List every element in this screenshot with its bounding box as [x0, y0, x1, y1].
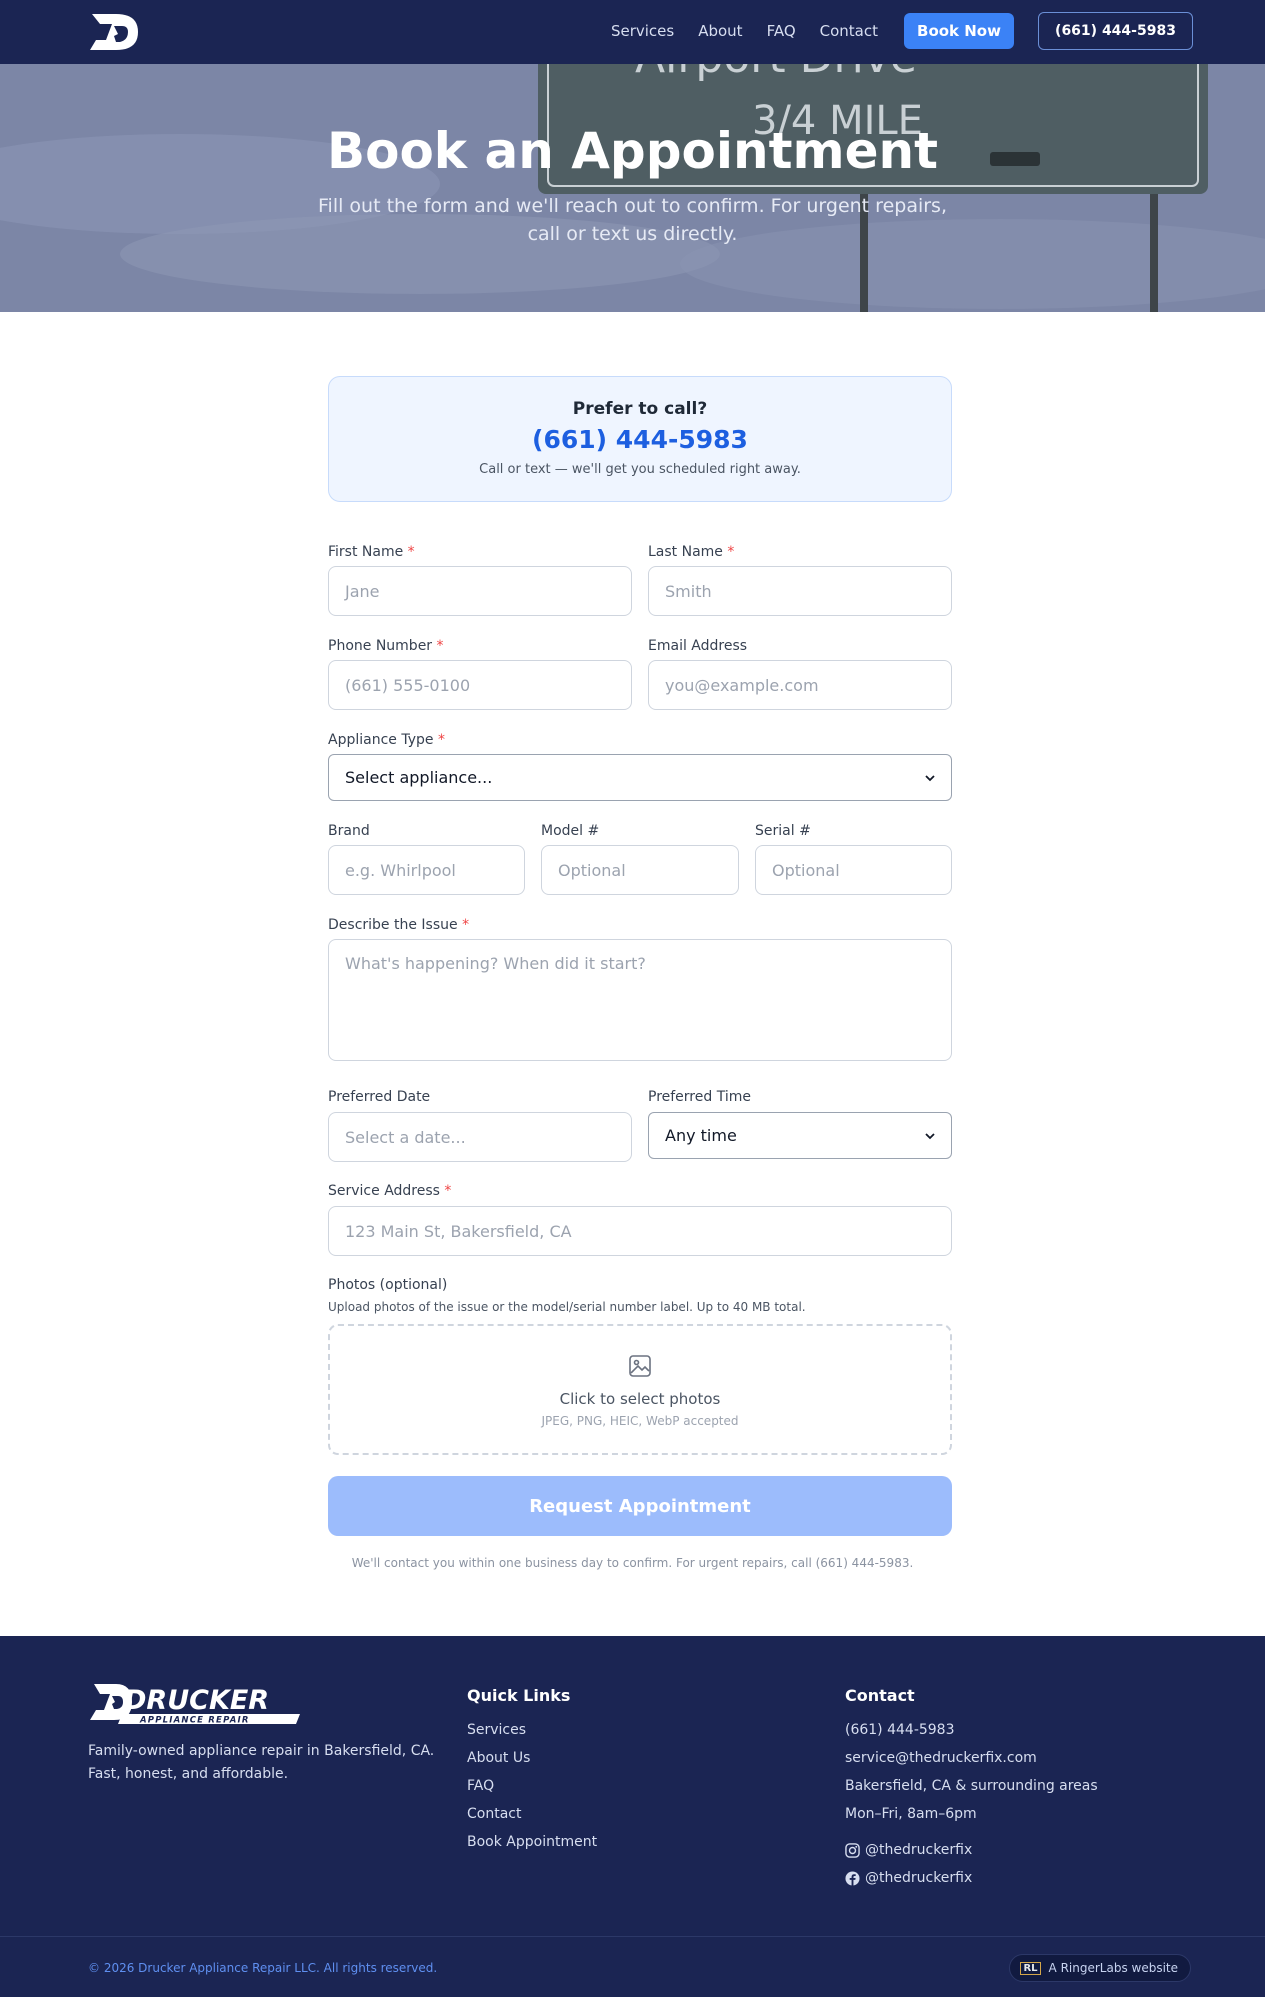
call-callout-title: Prefer to call? [572, 399, 708, 419]
serial-label: Serial # [755, 823, 811, 839]
appliance-type-select[interactable]: Select appliance... [328, 754, 952, 801]
request-appointment-button[interactable]: Request Appointment [328, 1476, 952, 1536]
preferred-time-label: Preferred Time [648, 1089, 751, 1105]
footer-link-contact[interactable]: Contact [467, 1806, 521, 1822]
chevron-down-icon [925, 1132, 935, 1139]
top-nav: Services About FAQ Contact Book Now (661… [0, 0, 1265, 64]
footer-logo-subtext: APPLIANCE REPAIR [139, 1716, 250, 1726]
appliance-type-label: Appliance Type * [328, 732, 445, 748]
drucker-logo-icon[interactable] [86, 10, 142, 54]
photo-upload-dropzone[interactable]: Click to select photos JPEG, PNG, HEIC, … [328, 1324, 952, 1455]
preferred-time-value: Any time [665, 1126, 737, 1145]
call-callout: Prefer to call? (661) 444-5983 Call or t… [328, 376, 952, 502]
footer-divider [0, 1936, 1265, 1937]
book-now-button[interactable]: Book Now [904, 13, 1014, 49]
footer-hours: Mon–Fri, 8am–6pm [845, 1806, 977, 1822]
preferred-time-select[interactable]: Any time [648, 1112, 952, 1159]
footer-description: Family-owned appliance repair in Bakersf… [88, 1743, 435, 1782]
hero-background-image: Airport Drive 3/4 MILE [0, 64, 1265, 312]
photos-label: Photos (optional) [328, 1277, 448, 1293]
email-input[interactable]: you@example.com [648, 660, 952, 710]
upload-icon-wrap [330, 1354, 950, 1382]
footer-phone-link[interactable]: (661) 444-5983 [845, 1722, 955, 1738]
page-subtitle: Fill out the form and we'll reach out to… [318, 195, 947, 245]
first-name-input[interactable]: Jane [328, 566, 632, 616]
nav-link-contact[interactable]: Contact [820, 22, 878, 40]
chevron-down-icon [925, 774, 935, 781]
model-label: Model # [541, 823, 600, 839]
footer-link-faq[interactable]: FAQ [467, 1778, 494, 1794]
ringerlabs-logo-icon: RL [1020, 1961, 1041, 1975]
serial-input[interactable]: Optional [755, 845, 952, 895]
brand-label: Brand [328, 823, 370, 839]
service-address-input[interactable]: 123 Main St, Bakersfield, CA [328, 1206, 952, 1256]
service-address-label: Service Address * [328, 1183, 452, 1199]
instagram-link[interactable]: @thedruckerfix [845, 1842, 972, 1858]
footer-link-services[interactable]: Services [467, 1722, 526, 1738]
nav-link-faq[interactable]: FAQ [767, 22, 796, 40]
facebook-handle: @thedruckerfix [865, 1870, 973, 1886]
footer-service-area: Bakersfield, CA & surrounding areas [845, 1778, 1098, 1794]
brand-input[interactable]: e.g. Whirlpool [328, 845, 525, 895]
site-footer: DRUCKER APPLIANCE REPAIR Family-owned ap… [0, 1636, 1265, 1997]
photos-helper-text: Upload photos of the issue or the model/… [328, 1300, 806, 1314]
issue-textarea[interactable]: What's happening? When did it start? [328, 939, 952, 1061]
nav-phone-button[interactable]: (661) 444-5983 [1038, 12, 1193, 50]
hero-sign-line1: Airport Drive [635, 64, 917, 83]
ringerlabs-badge-link[interactable]: RL A RingerLabs website [1009, 1954, 1191, 1982]
footer-link-book-appointment[interactable]: Book Appointment [467, 1834, 597, 1850]
upload-accepted-types: JPEG, PNG, HEIC, WebP accepted [541, 1414, 739, 1428]
first-name-label: First Name * [328, 544, 415, 560]
appliance-type-value: Select appliance... [345, 768, 493, 787]
nav-links: Services About FAQ Contact Book Now (661… [611, 12, 1193, 50]
copyright-text: © 2026 Drucker Appliance Repair LLC. All… [88, 1961, 438, 1975]
footer-link-about-us[interactable]: About Us [467, 1750, 530, 1766]
hero-banner: Airport Drive 3/4 MILE Book an Appointme… [0, 64, 1265, 312]
image-icon [629, 1355, 651, 1377]
upload-label: Click to select photos [559, 1390, 721, 1408]
instagram-handle: @thedruckerfix [865, 1842, 973, 1858]
drucker-appliance-repair-logo[interactable]: DRUCKER APPLIANCE REPAIR [88, 1682, 304, 1728]
email-label: Email Address [648, 638, 748, 654]
facebook-icon [845, 1870, 860, 1886]
nav-link-about[interactable]: About [698, 22, 742, 40]
page-title: Book an Appointment [327, 122, 938, 180]
footer-email-link[interactable]: service@thedruckerfix.com [845, 1750, 1037, 1766]
phone-input[interactable]: (661) 555-0100 [328, 660, 632, 710]
preferred-date-label: Preferred Date [328, 1089, 431, 1105]
ringerlabs-label: A RingerLabs website [1048, 1961, 1178, 1975]
last-name-input[interactable]: Smith [648, 566, 952, 616]
nav-link-services[interactable]: Services [611, 22, 674, 40]
instagram-icon [845, 1842, 860, 1858]
quick-links-title: Quick Links [467, 1686, 571, 1705]
form-footnote: We'll contact you within one business da… [351, 1556, 914, 1570]
model-input[interactable]: Optional [541, 845, 739, 895]
preferred-date-input[interactable]: Select a date... [328, 1112, 632, 1162]
issue-label: Describe the Issue * [328, 917, 470, 933]
call-callout-note: Call or text — we'll get you scheduled r… [479, 462, 801, 477]
phone-label: Phone Number * [328, 638, 444, 654]
call-callout-phone-link[interactable]: (661) 444-5983 [329, 425, 951, 454]
contact-title: Contact [845, 1686, 915, 1705]
last-name-label: Last Name * [648, 544, 735, 560]
facebook-link[interactable]: @thedruckerfix [845, 1870, 972, 1886]
footer-logo-text: DRUCKER [124, 1685, 269, 1716]
